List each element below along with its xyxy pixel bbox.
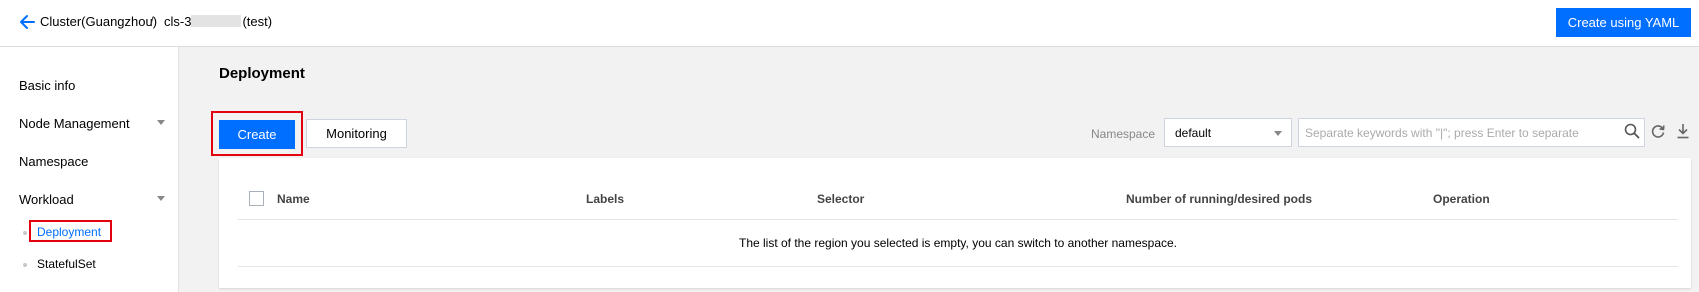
empty-list-message: The list of the region you selected is e… — [738, 236, 1177, 250]
refresh-icon[interactable] — [1650, 123, 1666, 139]
top-header: Cluster(Guangzhou) / cls-3 (test) Create … — [0, 0, 1699, 47]
sidebar-item-namespace[interactable]: Namespace — [19, 154, 88, 170]
sidebar: Basic info Node Management Namespace Wor… — [0, 47, 179, 292]
cluster-id-prefix: cls-3 — [164, 14, 192, 29]
redacted-block — [191, 15, 242, 27]
chevron-down-icon — [1274, 131, 1282, 136]
column-header-selector: Selector — [817, 192, 865, 206]
bullet-dot-icon — [23, 231, 27, 235]
search-box — [1298, 118, 1645, 147]
chevron-down-icon[interactable] — [157, 196, 165, 201]
column-header-operation: Operation — [1433, 192, 1490, 206]
highlight-box-create — [211, 111, 303, 156]
cluster-id-suffix: (test) — [242, 14, 273, 29]
create-using-yaml-button[interactable]: Create using YAML — [1556, 8, 1691, 37]
table-bottom-divider — [238, 266, 1678, 267]
deployment-table-card — [219, 158, 1691, 288]
select-all-checkbox[interactable] — [249, 191, 264, 206]
namespace-label: Namespace — [1091, 127, 1156, 141]
chevron-down-icon[interactable] — [157, 120, 165, 125]
highlight-box-deployment — [29, 220, 112, 242]
search-icon[interactable] — [1624, 123, 1640, 139]
breadcrumb-separator: / — [150, 14, 154, 29]
column-header-pods: Number of running/desired pods — [1126, 192, 1313, 206]
namespace-select[interactable]: default — [1164, 118, 1292, 147]
column-header-name: Name — [277, 192, 310, 206]
monitoring-button[interactable]: Monitoring — [306, 119, 407, 148]
back-arrow-icon[interactable] — [18, 14, 36, 30]
page-title: Deployment — [219, 65, 305, 82]
bullet-dot-icon — [23, 263, 27, 267]
sidebar-item-node-management[interactable]: Node Management — [19, 116, 130, 132]
sidebar-item-workload[interactable]: Workload — [19, 192, 74, 208]
sidebar-subitem-statefulset[interactable]: StatefulSet — [37, 257, 96, 271]
search-input[interactable] — [1299, 119, 1617, 146]
breadcrumb-cluster-id: cls-3 (test) — [164, 14, 272, 30]
namespace-value: default — [1175, 126, 1212, 140]
sidebar-item-basic-info[interactable]: Basic info — [19, 78, 75, 94]
table-header-divider — [238, 219, 1678, 220]
column-header-labels: Labels — [586, 192, 625, 206]
breadcrumb-cluster[interactable]: Cluster(Guangzhou) — [40, 14, 157, 30]
download-icon[interactable] — [1676, 123, 1690, 139]
